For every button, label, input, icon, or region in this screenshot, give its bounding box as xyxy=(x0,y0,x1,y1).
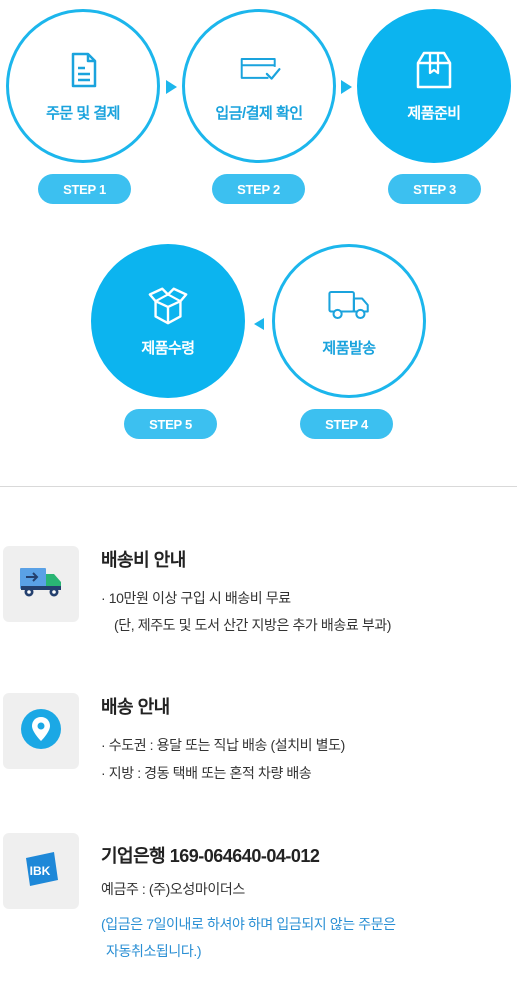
step-4-badge: STEP 4 xyxy=(300,409,393,439)
bank-notice-line-2: 자동취소됩니다.) xyxy=(106,943,202,959)
box-icon xyxy=(412,50,456,90)
bank-notice-line-1: (입금은 7일이내로 하셔야 하며 입금되지 않는 주문은 xyxy=(101,916,396,932)
arrow-right-icon xyxy=(166,80,177,94)
step-4-label: 제품발송 xyxy=(322,339,376,357)
step-2-label: 입금/결제 확인 xyxy=(215,104,303,122)
location-pin-icon xyxy=(20,708,62,755)
step-2-circle: 입금/결제 확인 xyxy=(182,9,336,163)
open-box-icon xyxy=(146,285,190,325)
step-1-circle: 주문 및 결제 xyxy=(6,9,160,163)
step-5-circle: 제품수령 xyxy=(91,244,245,398)
card-check-icon xyxy=(237,50,281,90)
bank-account-title: 기업은행 169-064640-04-012 xyxy=(101,846,320,866)
shipping-fee-title: 배송비 안내 xyxy=(101,550,186,570)
step-1-label: 주문 및 결제 xyxy=(46,104,120,122)
shipping-fee-line-1: · 10만원 이상 구입 시 배송비 무료 xyxy=(101,590,291,606)
ibk-logo-icon: IBK xyxy=(18,848,64,895)
delivery-truck-icon xyxy=(18,564,64,605)
svg-text:IBK: IBK xyxy=(30,864,51,878)
step-5-label: 제품수령 xyxy=(141,339,195,357)
step-5-badge: STEP 5 xyxy=(124,409,217,439)
delivery-title: 배송 안내 xyxy=(101,697,170,717)
step-3-label: 제품준비 xyxy=(407,104,461,122)
step-3-circle: 제품준비 xyxy=(357,9,511,163)
step-2-badge: STEP 2 xyxy=(212,174,305,204)
document-icon xyxy=(61,50,105,90)
bank-icon-box: IBK xyxy=(3,833,79,909)
shipping-fee-icon-box xyxy=(3,546,79,622)
step-3-badge: STEP 3 xyxy=(388,174,481,204)
step-4-circle: 제품발송 xyxy=(272,244,426,398)
truck-icon xyxy=(327,285,371,325)
section-divider xyxy=(0,486,517,487)
delivery-icon-box xyxy=(3,693,79,769)
bank-account-holder: 예금주 : (주)오성마이더스 xyxy=(101,881,245,897)
shipping-fee-line-2: (단, 제주도 및 도서 산간 지방은 추가 배송료 부과) xyxy=(114,617,392,633)
delivery-line-1: · 수도권 : 용달 또는 직납 배송 (설치비 별도) xyxy=(101,737,345,753)
step-1-badge: STEP 1 xyxy=(38,174,131,204)
delivery-line-2: · 지방 : 경동 택배 또는 혼적 차량 배송 xyxy=(101,765,312,781)
arrow-left-icon xyxy=(254,318,264,330)
arrow-right-icon xyxy=(341,80,352,94)
